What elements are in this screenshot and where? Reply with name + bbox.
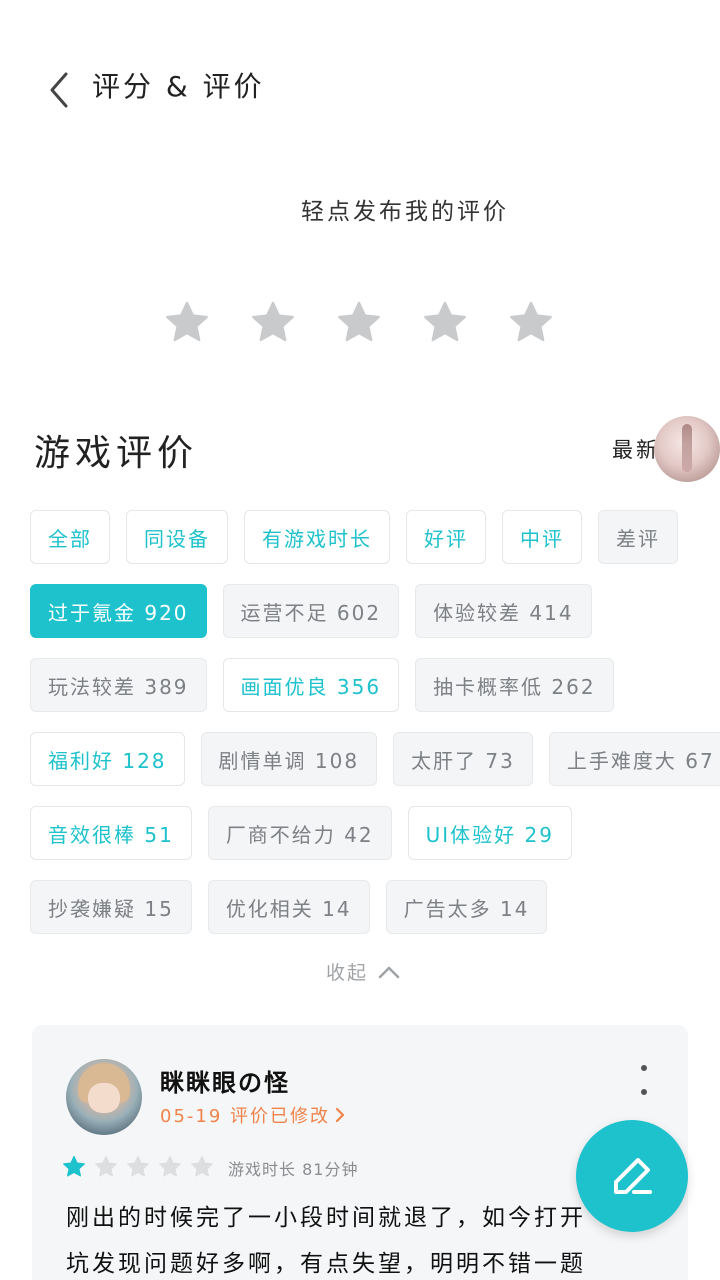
collapse-button[interactable]: 收起 <box>326 958 400 985</box>
review-tag[interactable]: 太肝了 73 <box>393 732 533 786</box>
star-empty-icon <box>127 1155 149 1177</box>
star-icon[interactable] <box>250 300 296 346</box>
pen-icon <box>614 1158 652 1194</box>
review-tag[interactable]: 上手难度大 67 <box>548 732 720 786</box>
review-tag-filters: 全部 同设备 有游戏时长 好评 中评 差评 过于氪金 920 运营不足 602 体验较差 414… <box>30 510 720 954</box>
review-tag[interactable]: 广告太多 14 <box>385 880 548 934</box>
review-tag[interactable]: 画面优良 356 <box>222 658 400 712</box>
rate-prompt[interactable]: 轻点发布我的评价 <box>0 192 720 226</box>
page-title: 评分 & 评价 <box>92 70 265 103</box>
review-tag[interactable]: 福利好 128 <box>30 732 185 786</box>
star-icon[interactable] <box>508 300 554 346</box>
review-date-status[interactable]: 05-19 评价已修改 <box>160 1102 346 1128</box>
rating-stars <box>164 300 554 346</box>
tag-row: 玩法较差 389 画面优良 356 抽卡概率低 262 <box>30 658 700 712</box>
review-tag[interactable]: 优化相关 14 <box>207 880 370 934</box>
tag-row: 福利好 128 剧情单调 108 太肝了 73 上手难度大 67 <box>30 732 720 786</box>
review-tag[interactable]: UI体验好 29 <box>407 806 572 860</box>
more-options-button[interactable] <box>636 1065 652 1095</box>
review-tag[interactable]: 厂商不给力 42 <box>207 806 392 860</box>
playtime-label: 游戏时长 81分钟 <box>228 1160 359 1179</box>
review-tag[interactable]: 全部 <box>30 510 110 564</box>
tag-row: 抄袭嫌疑 15 优化相关 14 广告太多 14 <box>30 880 700 934</box>
star-empty-icon <box>95 1155 117 1177</box>
write-review-button[interactable] <box>576 1120 688 1232</box>
reviewer-avatar[interactable] <box>66 1059 142 1135</box>
star-icon[interactable] <box>336 300 382 346</box>
tag-row: 全部 同设备 有游戏时长 好评 中评 差评 <box>30 510 700 564</box>
star-empty-icon <box>159 1155 181 1177</box>
review-text: 刚出的时候完了一小段时间就退了，如今打开 坑发现问题好多啊，有点失望，明明不错一… <box>66 1195 626 1280</box>
review-tag[interactable]: 玩法较差 389 <box>30 658 207 712</box>
review-tag[interactable]: 体验较差 414 <box>415 584 592 638</box>
reviewer-name[interactable]: 眯眯眼の怪 <box>160 1063 290 1098</box>
review-tag[interactable]: 好评 <box>406 510 486 564</box>
review-tag[interactable]: 过于氪金 920 <box>30 584 207 638</box>
chevron-left-icon <box>50 72 68 108</box>
tag-row: 过于氪金 920 运营不足 602 体验较差 414 <box>30 584 700 638</box>
dot-icon <box>641 1089 647 1095</box>
dot-icon <box>641 1065 647 1071</box>
review-date-label: 05-19 评价已修改 <box>160 1106 331 1127</box>
chevron-right-icon <box>335 1107 345 1123</box>
back-button[interactable] <box>40 70 76 110</box>
review-tag[interactable]: 差评 <box>598 510 678 564</box>
tag-row: 音效很棒 51 厂商不给力 42 UI体验好 29 <box>30 806 700 860</box>
review-tag[interactable]: 抽卡概率低 262 <box>415 658 614 712</box>
collapse-label: 收起 <box>326 962 369 984</box>
review-tag[interactable]: 音效很棒 51 <box>30 806 192 860</box>
top-bar: 评分 & 评价 <box>0 60 720 116</box>
review-tag[interactable]: 有游戏时长 <box>244 510 390 564</box>
star-icon[interactable] <box>422 300 468 346</box>
star-empty-icon <box>191 1155 213 1177</box>
review-tag[interactable]: 剧情单调 108 <box>200 732 378 786</box>
review-tag[interactable]: 中评 <box>502 510 582 564</box>
review-tag[interactable]: 运营不足 602 <box>222 584 400 638</box>
review-tag[interactable]: 抄袭嫌疑 15 <box>30 880 192 934</box>
review-text-line: 刚出的时候完了一小段时间就退了，如今打开 <box>66 1205 586 1231</box>
section-title: 游戏评价 <box>34 433 199 474</box>
floating-avatar[interactable] <box>654 416 720 482</box>
star-filled-icon <box>63 1155 85 1177</box>
chevron-up-icon <box>378 966 400 978</box>
sort-label: 最新 <box>612 438 660 462</box>
review-text-line: 坑发现问题好多啊，有点失望，明明不错一题 <box>66 1251 586 1277</box>
review-rating-stars <box>62 1155 214 1179</box>
review-tag[interactable]: 同设备 <box>126 510 228 564</box>
star-icon[interactable] <box>164 300 210 346</box>
